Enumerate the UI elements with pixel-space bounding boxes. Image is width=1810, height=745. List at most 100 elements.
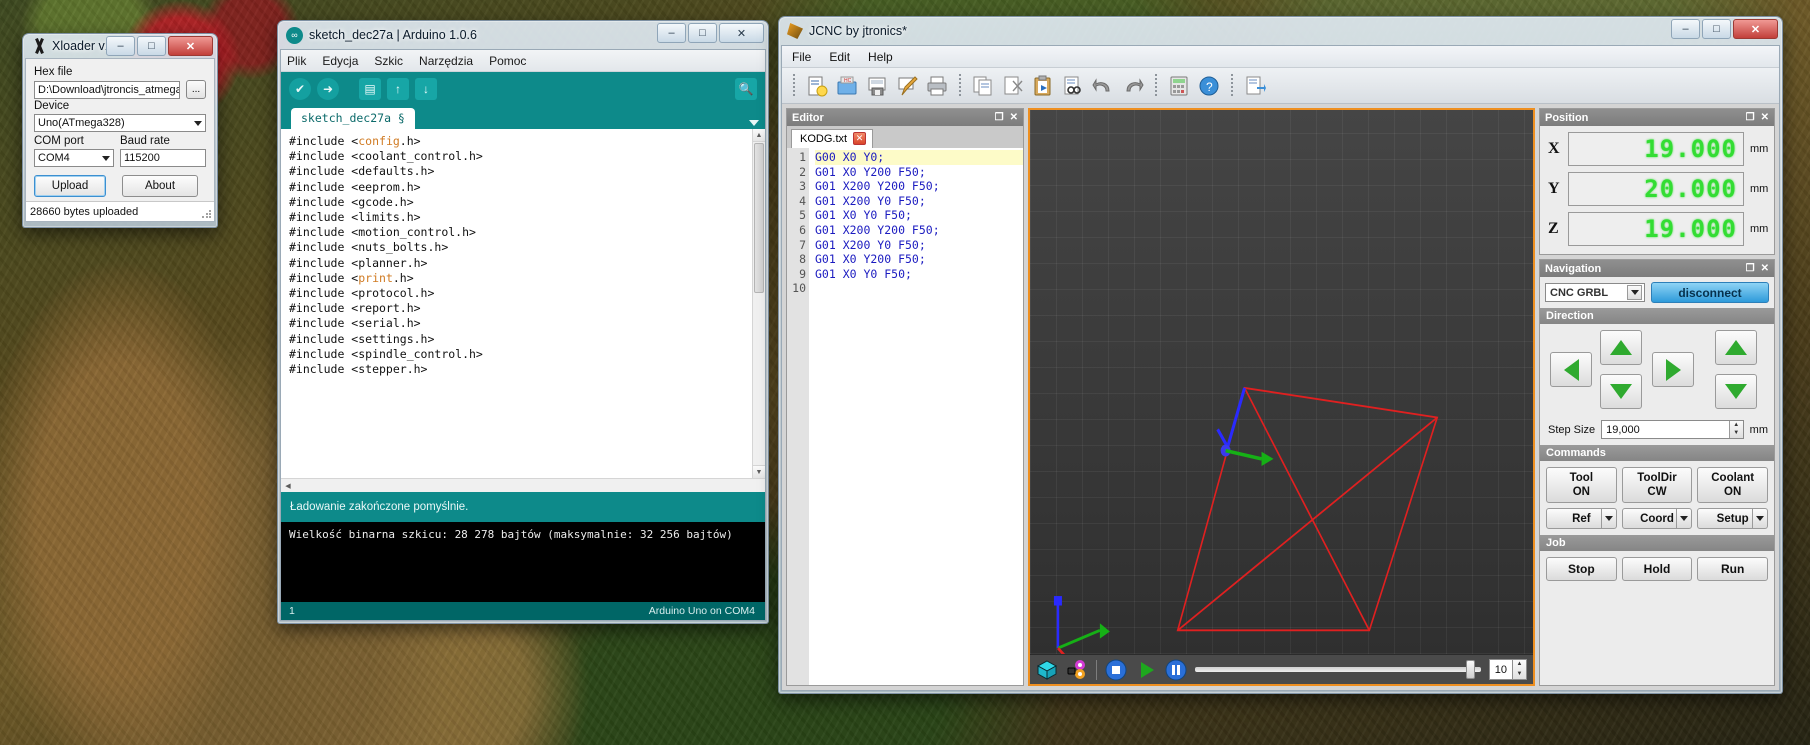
jog-x-plus-button[interactable] [1652, 352, 1694, 387]
xloader-titlebar[interactable]: Xloader v1.00 – □ ✕ [23, 34, 217, 58]
arduino-toolbar[interactable]: ✔ ➜ ▤ ↑ ↓ 🔍 [281, 72, 765, 106]
disconnect-button[interactable]: disconnect [1651, 282, 1769, 303]
minimize-icon[interactable]: – [657, 23, 686, 43]
spinner-up-icon[interactable]: ▲ [1517, 661, 1523, 668]
resize-grip-icon[interactable] [201, 209, 211, 219]
edit-pencil-icon[interactable] [894, 73, 920, 99]
code-horizontal-scrollbar[interactable]: ◀ [281, 478, 765, 492]
menu-pomoc[interactable]: Pomoc [489, 54, 526, 68]
jog-z-minus-button[interactable] [1715, 374, 1757, 409]
jog-z-plus-button[interactable] [1715, 330, 1757, 365]
restore-icon[interactable]: ❐ [1746, 263, 1755, 274]
chevron-down-icon[interactable] [1627, 285, 1642, 300]
jog-x-minus-button[interactable] [1550, 352, 1592, 387]
jog-y-minus-button[interactable] [1600, 374, 1642, 409]
coord-dropdown-button[interactable]: Coord [1621, 508, 1693, 529]
stop-icon[interactable] [1105, 659, 1127, 681]
close-icon[interactable]: ✕ [853, 132, 867, 145]
close-icon[interactable]: ✕ [1733, 19, 1778, 39]
menu-narzedzia[interactable]: Narzędzia [419, 54, 473, 68]
editor-tabs[interactable]: KODG.txt ✕ [787, 126, 1023, 148]
restore-icon[interactable]: ❐ [1746, 112, 1755, 123]
run-button[interactable]: Run [1697, 557, 1768, 581]
chevron-down-icon[interactable] [1676, 509, 1691, 528]
maximize-icon[interactable]: □ [1702, 19, 1731, 39]
close-icon[interactable]: ✕ [1761, 112, 1769, 123]
chevron-down-icon[interactable] [1751, 509, 1767, 528]
tool-on-button[interactable]: Tool ON [1546, 467, 1617, 503]
open-icon[interactable]: ↑ [387, 78, 409, 100]
menu-edit[interactable]: Edit [829, 50, 850, 64]
menu-file[interactable]: File [792, 50, 811, 64]
jog-y-plus-button[interactable] [1600, 330, 1642, 365]
progress-slider[interactable] [1195, 659, 1481, 681]
speed-spinner[interactable]: 10 ▲ ▼ [1488, 659, 1527, 680]
close-icon[interactable]: ✕ [168, 36, 213, 56]
maximize-icon[interactable]: □ [137, 36, 166, 56]
arduino-menubar[interactable]: Plik Edycja Szkic Narzędzia Pomoc [281, 50, 765, 72]
jcnc-toolbar[interactable]: HC ? [782, 68, 1779, 104]
arduino-window-buttons[interactable]: – □ ✕ [657, 23, 764, 43]
play-icon[interactable] [1135, 659, 1157, 681]
cut-icon[interactable] [1000, 73, 1026, 99]
verify-icon[interactable]: ✔ [289, 78, 311, 100]
setup-dropdown-button[interactable]: Setup [1697, 508, 1768, 529]
close-icon[interactable]: ✕ [1010, 112, 1018, 123]
sketch-tab[interactable]: sketch_dec27a § [291, 108, 415, 129]
calculator-icon[interactable] [1166, 73, 1192, 99]
scroll-up-icon[interactable]: ▲ [753, 129, 765, 142]
save-icon[interactable] [864, 73, 890, 99]
pause-icon[interactable] [1165, 659, 1187, 681]
help-icon[interactable]: ? [1196, 73, 1222, 99]
device-select[interactable]: CNC GRBL [1545, 283, 1645, 302]
com-port-select[interactable]: COM4 [34, 149, 114, 167]
arduino-window[interactable]: ∞ sketch_dec27a | Arduino 1.0.6 – □ ✕ Pl… [277, 20, 769, 624]
speed-value[interactable]: 10 [1490, 664, 1512, 676]
about-button[interactable]: About [122, 175, 198, 197]
tooldir-cw-button[interactable]: ToolDir CW [1621, 467, 1693, 503]
gcode-text[interactable]: G00 X0 Y0; G01 X0 Y200 F50; G01 X200 Y200 … [809, 148, 1023, 685]
step-size-input[interactable]: 19,000 ▲ ▼ [1601, 420, 1744, 439]
jcnc-titlebar[interactable]: JCNC by jtronics* – □ ✕ [779, 17, 1782, 45]
viewport-panel[interactable]: 10 ▲ ▼ [1028, 108, 1535, 686]
new-icon[interactable]: ▤ [359, 78, 381, 100]
browse-button[interactable]: ... [186, 80, 206, 99]
menu-szkic[interactable]: Szkic [374, 54, 403, 68]
slider-thumb[interactable] [1465, 660, 1475, 679]
viewport-toolbar[interactable]: 10 ▲ ▼ [1030, 654, 1533, 684]
minimize-icon[interactable]: – [1671, 19, 1700, 39]
cube-3d-icon[interactable] [1036, 659, 1058, 681]
upload-button[interactable]: Upload [34, 175, 106, 197]
jcnc-window[interactable]: JCNC by jtronics* – □ ✕ File Edit Help H… [778, 16, 1783, 694]
export-icon[interactable] [1242, 73, 1268, 99]
spinner-down-icon[interactable]: ▼ [1733, 430, 1739, 437]
paste-icon[interactable] [1030, 73, 1056, 99]
code-vertical-scrollbar[interactable]: ▲ ▼ [752, 129, 765, 478]
step-size-spinner[interactable]: ▲ ▼ [1728, 421, 1743, 438]
hold-button[interactable]: Hold [1621, 557, 1693, 581]
spinner-arrows[interactable]: ▲ ▼ [1512, 660, 1526, 679]
undo-icon[interactable] [1090, 73, 1116, 99]
jcnc-window-buttons[interactable]: – □ ✕ [1671, 19, 1778, 39]
editor-panel-buttons[interactable]: ❐ ✕ [995, 112, 1018, 123]
save-icon[interactable]: ↓ [415, 78, 437, 100]
device-select[interactable]: Uno(ATmega328) [34, 114, 206, 132]
stop-button[interactable]: Stop [1546, 557, 1617, 581]
3d-viewport[interactable] [1030, 110, 1533, 654]
ref-dropdown-button[interactable]: Ref [1546, 508, 1617, 529]
arduino-tabstrip[interactable]: sketch_dec27a § [281, 106, 765, 129]
navigation-panel-buttons[interactable]: ❐ ✕ [1746, 263, 1769, 274]
spinner-up-icon[interactable]: ▲ [1733, 422, 1739, 429]
print-icon[interactable] [924, 73, 950, 99]
open-folder-icon[interactable]: HC [834, 73, 860, 99]
menu-plik[interactable]: Plik [287, 54, 306, 68]
spinner-down-icon[interactable]: ▼ [1517, 671, 1523, 678]
close-icon[interactable]: ✕ [1761, 263, 1769, 274]
restore-icon[interactable]: ❐ [995, 112, 1004, 123]
arduino-code-editor[interactable]: #include <config.h> #include <coolant_co… [281, 129, 765, 478]
gcode-editor[interactable]: 1 2 3 4 5 6 7 8 9 10 G00 X0 Y0; G01 X0 Y200 F50; G0… [787, 148, 1023, 685]
arduino-titlebar[interactable]: ∞ sketch_dec27a | Arduino 1.0.6 – □ ✕ [278, 21, 768, 49]
render-settings-icon[interactable] [1066, 659, 1088, 681]
menu-edycja[interactable]: Edycja [322, 54, 358, 68]
close-icon[interactable]: ✕ [719, 23, 764, 43]
